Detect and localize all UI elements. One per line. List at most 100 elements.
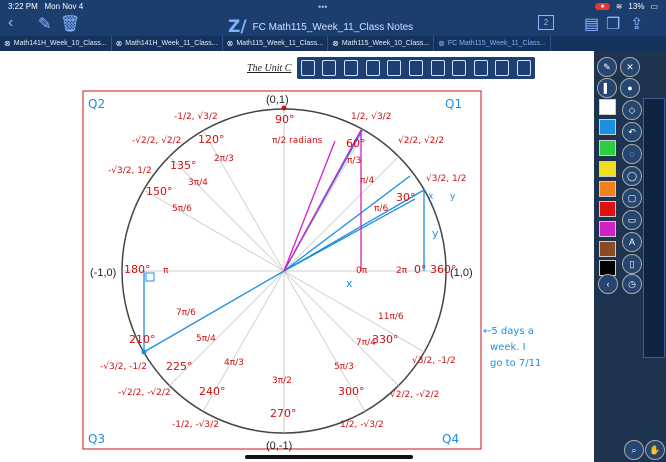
home-indicator[interactable] bbox=[245, 455, 413, 459]
zoom-tool[interactable]: ⌕ bbox=[624, 440, 644, 460]
tab-2[interactable]: ⊗ Math141H_Week_11_Class... bbox=[112, 36, 223, 51]
share-icon: ⇪ bbox=[630, 16, 644, 33]
color-swatch-blue[interactable] bbox=[599, 119, 616, 135]
edit-button[interactable]: ✎ bbox=[38, 14, 51, 34]
angle-annotation-3: 135° bbox=[170, 159, 197, 172]
close-tool[interactable]: ✕ bbox=[620, 57, 640, 77]
text-icon: A bbox=[628, 237, 635, 247]
color-swatch-magenta[interactable] bbox=[599, 221, 616, 237]
status-right: ● ≋ 13% ▭ bbox=[595, 2, 658, 11]
status-bar: 3:22 PM Mon Nov 4 bbox=[8, 2, 83, 11]
document-title-area: Z/ FC Math115_Week_11_Class Notes bbox=[228, 17, 413, 37]
radian-annotation-16: 11π/6 bbox=[378, 312, 404, 322]
export-icon[interactable] bbox=[495, 60, 510, 76]
pen-nib-tool[interactable]: ● bbox=[620, 78, 640, 98]
angle-annotation-6: 180° bbox=[124, 263, 151, 276]
tab-1[interactable]: ⊗ Math141H_Week_10_Class... bbox=[0, 36, 112, 51]
x-label-q1: x bbox=[346, 277, 353, 290]
radian-annotation-2: 2π/3 bbox=[214, 154, 234, 164]
close-icon[interactable]: ⊗ bbox=[332, 39, 339, 48]
color-swatch-red[interactable] bbox=[599, 201, 616, 217]
coord-annotation-6: -√3/2, -1/2 bbox=[100, 361, 147, 372]
close-icon[interactable]: ⊗ bbox=[4, 39, 11, 48]
angle-annotation-1: 60° bbox=[346, 137, 366, 150]
wifi-icon: ≋ bbox=[615, 2, 623, 11]
highlighter-tool[interactable]: ▌ bbox=[597, 78, 617, 98]
text-tool[interactable]: A bbox=[622, 232, 642, 252]
close-icon[interactable]: ⊗ bbox=[227, 39, 234, 48]
close-icon[interactable]: ⊗ bbox=[116, 39, 123, 48]
point-label-top: (0,1) bbox=[266, 94, 289, 106]
undo-tool[interactable]: ↶ bbox=[622, 122, 642, 142]
sticky-tool[interactable]: ▭ bbox=[622, 210, 642, 230]
document-title[interactable]: FC Math115_Week_11_Class Notes bbox=[253, 22, 414, 33]
bookmark-button[interactable]: ❒ bbox=[606, 14, 620, 34]
lasso-icon: ◌ bbox=[629, 149, 635, 159]
color-swatch-brown[interactable] bbox=[599, 241, 616, 257]
tab-label: FC Math115_Week_11_Class... bbox=[447, 40, 546, 47]
radian-annotation-4: π/4 bbox=[360, 176, 374, 186]
clock-tool[interactable]: ◷ bbox=[622, 274, 642, 294]
angle-annotation-13: 300° bbox=[338, 385, 365, 398]
share-button[interactable]: ⇪ bbox=[630, 14, 643, 34]
move-right-icon[interactable] bbox=[408, 60, 423, 76]
battery-icon: ▭ bbox=[650, 2, 658, 11]
move-left-icon[interactable] bbox=[387, 60, 402, 76]
angle-annotation-7: 0° bbox=[414, 263, 427, 276]
radian-annotation-1: π/3 bbox=[347, 156, 361, 166]
insert-icon[interactable] bbox=[452, 60, 467, 76]
page-count-badge[interactable]: 2 bbox=[538, 15, 554, 30]
duplicate-page-icon[interactable] bbox=[344, 60, 359, 76]
collapse-panel-button[interactable]: ‹ bbox=[598, 274, 618, 294]
document-icon[interactable] bbox=[430, 60, 445, 76]
color-swatch-orange[interactable] bbox=[599, 181, 616, 197]
delete-button[interactable]: 🗑 bbox=[60, 14, 80, 34]
tab-5-active[interactable]: ⊗ FC Math115_Week_11_Class... bbox=[434, 36, 551, 51]
color-swatch-green[interactable] bbox=[599, 140, 616, 156]
shape-tool[interactable]: ◯ bbox=[622, 166, 642, 186]
coord-annotation-11: 1/2, -√3/2 bbox=[340, 419, 384, 430]
eraser-tool[interactable]: ◇ bbox=[622, 100, 642, 120]
coord-annotation-3: √2/2, √2/2 bbox=[398, 135, 444, 146]
pen-tool[interactable]: ✎ bbox=[597, 57, 617, 77]
multitask-dots[interactable]: ••• bbox=[318, 2, 327, 12]
quadrant-label-q4: Q4 bbox=[442, 432, 459, 446]
lasso-tool[interactable]: ◌ bbox=[622, 144, 642, 164]
eraser-icon: ◇ bbox=[628, 104, 636, 115]
document-button[interactable]: ▤ bbox=[584, 14, 599, 34]
note-line-3: go to 7/11 bbox=[490, 358, 541, 369]
angle-annotation-14: 330° bbox=[372, 333, 399, 346]
document-page[interactable]: The Unit C Q2 Q1 Q3 Q4 (0,1) (-1,0) (1,0… bbox=[0, 51, 600, 462]
radian-annotation-6: π/6 bbox=[374, 204, 388, 214]
highlighter-icon: ▌ bbox=[603, 83, 611, 93]
link-icon[interactable] bbox=[473, 60, 488, 76]
copy-page-icon[interactable] bbox=[365, 60, 380, 76]
quadrant-label-q2: Q2 bbox=[88, 97, 105, 111]
back-button[interactable]: ‹ bbox=[8, 14, 13, 32]
coord-annotation-1: -1/2, √3/2 bbox=[174, 111, 218, 122]
pencil-icon: ✎ bbox=[38, 16, 52, 33]
coord-annotation-8: √3/2, -1/2 bbox=[412, 355, 456, 366]
image-icon: ▢ bbox=[627, 192, 637, 203]
color-swatch-white[interactable] bbox=[599, 99, 616, 115]
ruler-tool[interactable]: ▯ bbox=[622, 254, 642, 274]
close-icon[interactable]: ⊗ bbox=[438, 39, 445, 48]
shape-icon: ◯ bbox=[626, 170, 638, 181]
pen-size-slider[interactable] bbox=[643, 98, 665, 358]
color-swatch-yellow[interactable] bbox=[599, 161, 616, 177]
angle-annotation-2: 120° bbox=[198, 133, 225, 146]
radian-annotation-10: 7π/6 bbox=[176, 308, 196, 318]
y-label-q1: y bbox=[432, 227, 439, 240]
tab-3[interactable]: ⊗ Math115_Week_11_Class... bbox=[223, 36, 329, 51]
angle-annotation-11: 240° bbox=[199, 385, 226, 398]
tab-4[interactable]: ⊗ Math115_Week_10_Class... bbox=[328, 36, 435, 51]
image-tool[interactable]: ▢ bbox=[622, 188, 642, 208]
add-page-icon[interactable] bbox=[322, 60, 337, 76]
settings-icon[interactable] bbox=[517, 60, 532, 76]
quadrant-label-q3: Q3 bbox=[88, 432, 105, 446]
hand-tool[interactable]: ✋ bbox=[645, 440, 665, 460]
page-icon[interactable] bbox=[300, 60, 315, 76]
radian-annotation-5: 5π/6 bbox=[172, 204, 192, 214]
unit-circle-drawing: Q2 Q1 Q3 Q4 (0,1) (-1,0) (1,0) (0,-1) 90… bbox=[82, 90, 541, 452]
tab-label: Math141H_Week_11_Class... bbox=[125, 40, 218, 47]
